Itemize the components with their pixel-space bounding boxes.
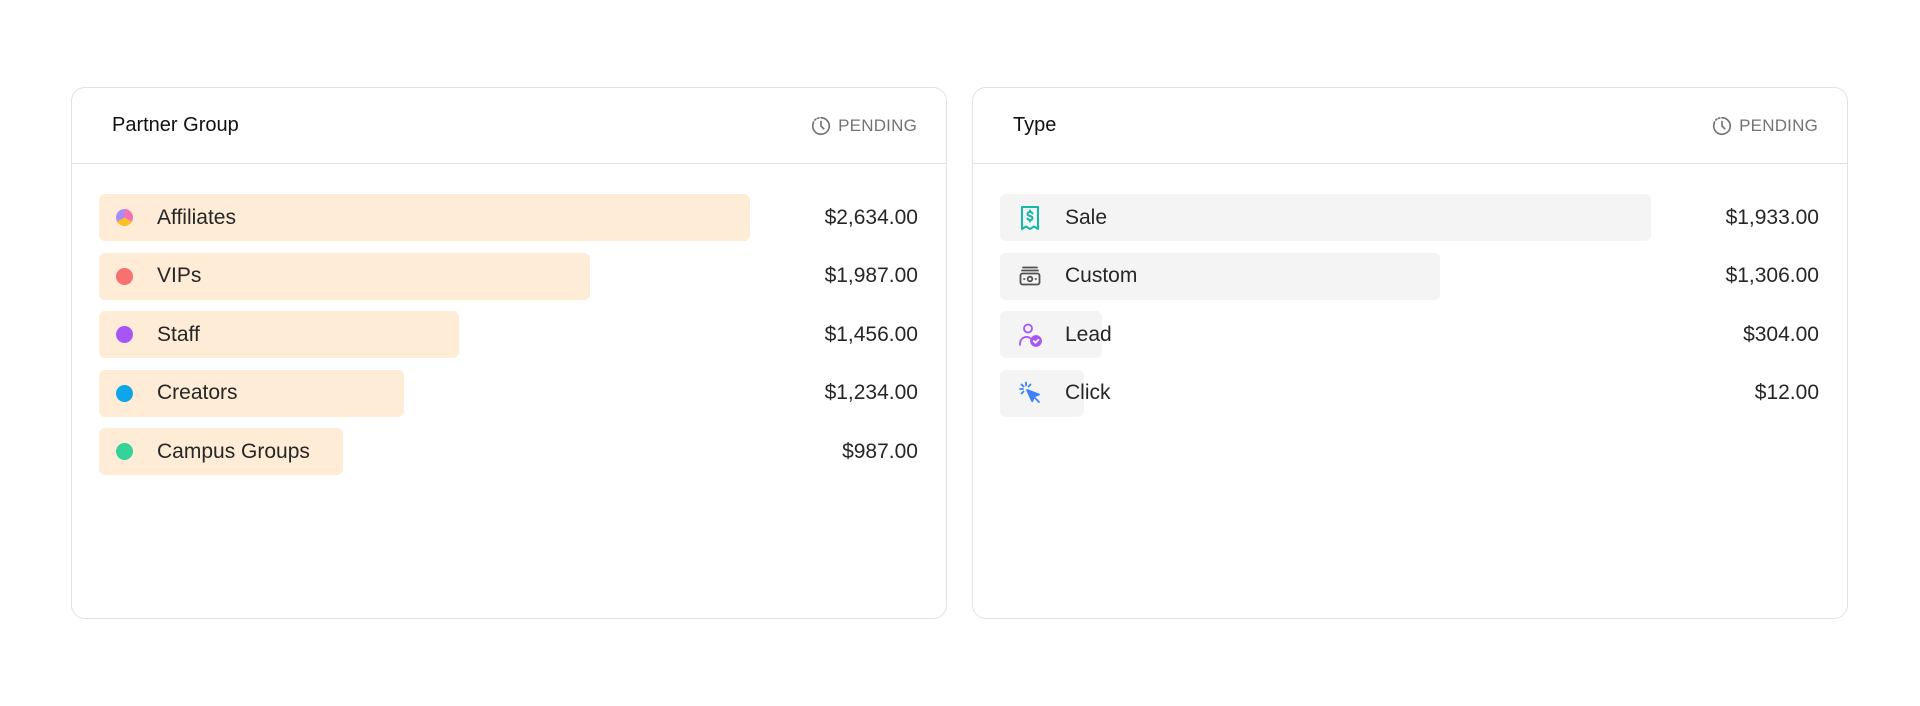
dot-icon <box>116 443 133 460</box>
pending-status[interactable]: PENDING <box>810 115 917 137</box>
list-item[interactable]: VIPs $1,987.00 <box>99 252 918 300</box>
row-value: $12.00 <box>1754 381 1819 404</box>
dot-icon <box>116 267 133 285</box>
list-item[interactable]: Sale $1,933.00 <box>1000 194 1819 241</box>
card-title: Partner Group <box>112 114 239 136</box>
user-check-icon <box>1017 322 1043 348</box>
row-label: Affiliates <box>157 205 236 229</box>
row-value: $1,933.00 <box>1725 205 1819 229</box>
row-label: Creators <box>157 381 238 404</box>
gradient-dot-icon <box>116 209 133 226</box>
partner-group-card: Partner Group PENDING Affiliates $2,634.… <box>71 87 947 619</box>
row-label: Staff <box>157 322 200 346</box>
card-header: Type PENDING <box>973 88 1847 164</box>
row-value: $304.00 <box>1743 322 1819 346</box>
pending-label: PENDING <box>838 115 917 135</box>
cursor-click-icon <box>1017 380 1043 406</box>
clock-icon <box>1711 115 1733 137</box>
list-item[interactable]: Affiliates $2,634.00 <box>99 194 918 241</box>
list-item[interactable]: Click $12.00 <box>1000 369 1819 417</box>
card-title: Type <box>1013 114 1057 136</box>
partner-group-list: Affiliates $2,634.00 VIPs $1,987.00 Staf… <box>72 164 946 475</box>
dashboard-cards: Partner Group PENDING Affiliates $2,634.… <box>71 87 1849 619</box>
row-value: $1,306.00 <box>1725 264 1819 287</box>
money-bill-icon <box>1017 263 1043 289</box>
pending-label: PENDING <box>1739 115 1818 135</box>
dot-icon <box>116 384 133 402</box>
row-value: $987.00 <box>842 439 918 463</box>
pending-status[interactable]: PENDING <box>1711 115 1818 137</box>
row-value: $1,456.00 <box>824 322 918 346</box>
row-label: Sale <box>1065 205 1108 229</box>
clock-icon <box>810 115 832 137</box>
list-item[interactable]: Custom $1,306.00 <box>1000 252 1819 300</box>
receipt-dollar-icon <box>1017 205 1043 231</box>
row-label: Custom <box>1065 264 1138 287</box>
dot-icon <box>116 326 133 343</box>
type-card: Type PENDING Sale $1,933.00 Custom $1,30… <box>972 87 1848 619</box>
row-label: Click <box>1065 381 1111 404</box>
card-header: Partner Group PENDING <box>72 88 946 164</box>
list-item[interactable]: Staff $1,456.00 <box>99 311 918 358</box>
row-label: Lead <box>1065 322 1112 346</box>
list-item[interactable]: Campus Groups $987.00 <box>99 428 918 475</box>
row-value: $2,634.00 <box>824 205 918 229</box>
row-value: $1,234.00 <box>824 381 918 404</box>
type-list: Sale $1,933.00 Custom $1,306.00 Lead $30… <box>973 164 1847 417</box>
row-label: VIPs <box>157 264 202 287</box>
row-value: $1,987.00 <box>824 264 918 287</box>
list-item[interactable]: Creators $1,234.00 <box>99 369 918 417</box>
row-label: Campus Groups <box>157 439 310 463</box>
list-item[interactable]: Lead $304.00 <box>1000 311 1819 358</box>
